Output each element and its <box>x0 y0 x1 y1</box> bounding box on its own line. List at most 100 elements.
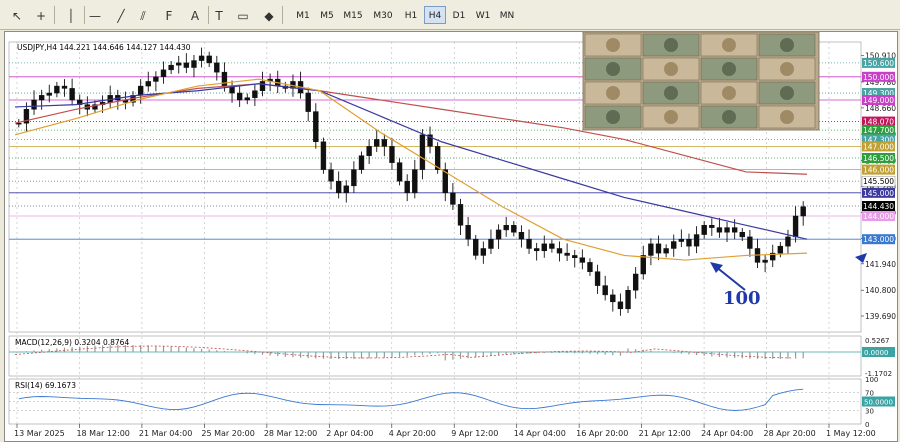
time-label: 28 Mar 12:00 <box>264 429 317 438</box>
banknote-portrait-icon <box>722 86 736 100</box>
shapes-menu-icon[interactable]: ◆ <box>260 6 278 24</box>
timeframe-w1[interactable]: W1 <box>472 6 494 24</box>
price-label: 139.690 <box>865 312 896 321</box>
candle-body <box>54 85 60 94</box>
candle-body <box>602 285 608 296</box>
banknote-portrait-icon <box>606 110 620 124</box>
candle-body <box>671 241 677 249</box>
fibonacci-icon[interactable]: F <box>160 6 178 24</box>
candle-body <box>305 92 311 112</box>
timeframe-h4[interactable]: H4 <box>424 6 446 24</box>
candle-body <box>686 238 692 247</box>
candle-body <box>739 231 745 238</box>
candle-body <box>663 248 669 254</box>
banknote-portrait-icon <box>606 62 620 76</box>
banknote-portrait-icon <box>780 110 794 124</box>
candle-body <box>594 271 601 286</box>
banknote-portrait-icon <box>780 86 794 100</box>
text-icon[interactable]: A <box>186 6 204 24</box>
candle-body <box>244 97 250 101</box>
timeframe-m15[interactable]: M15 <box>340 6 366 24</box>
candle-body <box>747 236 753 249</box>
candle-body <box>38 95 45 101</box>
candle-body <box>762 259 768 263</box>
candle-body <box>259 81 266 91</box>
macd-axis-label: 0.5267 <box>865 337 890 345</box>
candle-body <box>191 60 197 68</box>
candle-body <box>160 69 167 78</box>
candle-body <box>221 71 228 87</box>
candle-body <box>343 185 349 194</box>
chart-window[interactable]: 13 Mar 2025 18 Mar 12:00 21 Mar 04:00 25 Ma… <box>4 31 898 442</box>
candle-body <box>198 55 205 61</box>
macd-pane <box>8 335 862 377</box>
level-price-label: 150.000 <box>863 73 894 82</box>
price-label: 148.660 <box>865 104 896 113</box>
macd-label: MACD(12,26,9) 0.3204 0.8764 <box>15 338 129 347</box>
candle-body <box>137 85 144 96</box>
cursor-icon[interactable]: ↖ <box>8 6 26 24</box>
candle-body <box>389 146 395 163</box>
chart-canvas[interactable]: 13 Mar 2025 18 Mar 12:00 21 Mar 04:00 25 Ma… <box>5 32 897 441</box>
rsi-label: RSI(14) 69.1673 <box>15 381 76 390</box>
candle-body <box>488 238 494 249</box>
candle-body <box>648 243 654 256</box>
candle-body <box>351 169 357 187</box>
level-price-label: 145.500 <box>863 177 894 186</box>
candle-body <box>183 62 190 68</box>
vertical-line-icon[interactable]: │ <box>62 6 80 24</box>
time-label: 16 Apr 20:00 <box>576 429 628 438</box>
level-price-label: 150.600 <box>863 59 894 68</box>
candle-body <box>632 273 639 291</box>
timeframe-h1[interactable]: H1 <box>400 6 422 24</box>
candle-body <box>412 169 418 194</box>
crosshair-icon[interactable]: + <box>32 6 50 24</box>
candle-body <box>69 88 75 101</box>
timeframe-d1[interactable]: D1 <box>448 6 470 24</box>
trading-terminal: ↖ + │ — ╱ ⫽ F A T ▭ ◆ M1 M5 M15 M30 H1 H4 D1 W1 MN 13 Mar 2… <box>0 0 900 442</box>
candle-body <box>457 204 464 226</box>
candle-body <box>16 122 22 125</box>
candle-body <box>168 64 174 71</box>
candle-body <box>153 76 159 82</box>
candle-body <box>533 248 540 252</box>
candle-body <box>724 227 730 233</box>
candle-body <box>465 225 471 240</box>
toolbar-separator <box>84 6 85 24</box>
channel-icon[interactable]: ⫽ <box>134 6 152 24</box>
candle-body <box>518 231 525 240</box>
candle-body <box>716 227 723 233</box>
toolbar-separator <box>282 6 283 24</box>
timeframe-mn[interactable]: MN <box>496 6 518 24</box>
candle-body <box>617 301 624 310</box>
timeframe-m1[interactable]: M1 <box>292 6 314 24</box>
horizontal-line-icon[interactable]: — <box>86 6 104 24</box>
level-price-label: 144.430 <box>863 202 894 211</box>
candle-body <box>145 81 151 87</box>
rectangle-icon[interactable]: ▭ <box>234 6 252 24</box>
rsi-axis-label: 30 <box>865 408 874 416</box>
level-price-label: 147.700 <box>863 126 894 135</box>
candle-body <box>503 225 509 231</box>
candle-body <box>61 85 68 89</box>
time-label: 25 Mar 20:00 <box>201 429 254 438</box>
time-label: 2 Apr 04:00 <box>326 429 373 438</box>
text-label-icon[interactable]: T <box>210 6 228 24</box>
candle-body <box>731 227 738 233</box>
candle-body <box>777 245 784 254</box>
candle-body <box>404 180 410 194</box>
candle-body <box>495 229 502 240</box>
time-label: 21 Apr 12:00 <box>639 429 691 438</box>
candle-body <box>610 294 616 303</box>
level-price-label: 145.000 <box>863 189 894 198</box>
timeframe-m30[interactable]: M30 <box>370 6 396 24</box>
rsi-axis-label: 70 <box>865 390 874 398</box>
candle-body <box>693 234 700 247</box>
candle-body <box>381 139 388 147</box>
candle-body <box>252 90 258 98</box>
timeframe-m5[interactable]: M5 <box>316 6 338 24</box>
candle-body <box>792 215 799 238</box>
candle-body <box>549 243 555 249</box>
candle-body <box>320 141 327 170</box>
trendline-icon[interactable]: ╱ <box>112 6 130 24</box>
